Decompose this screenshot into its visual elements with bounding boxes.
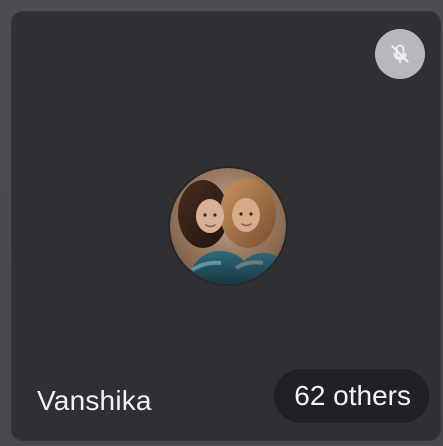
video-grid-area: Vanshika 62 others: [0, 0, 443, 446]
others-count-label: 62 others: [294, 380, 411, 411]
mute-status-badge: [375, 29, 425, 79]
participant-tile[interactable]: Vanshika 62 others: [11, 11, 441, 441]
participant-name: Vanshika: [37, 385, 152, 416]
mic-off-icon: [391, 44, 409, 64]
participant-avatar: [170, 168, 286, 284]
others-count-button[interactable]: 62 others: [274, 369, 429, 423]
